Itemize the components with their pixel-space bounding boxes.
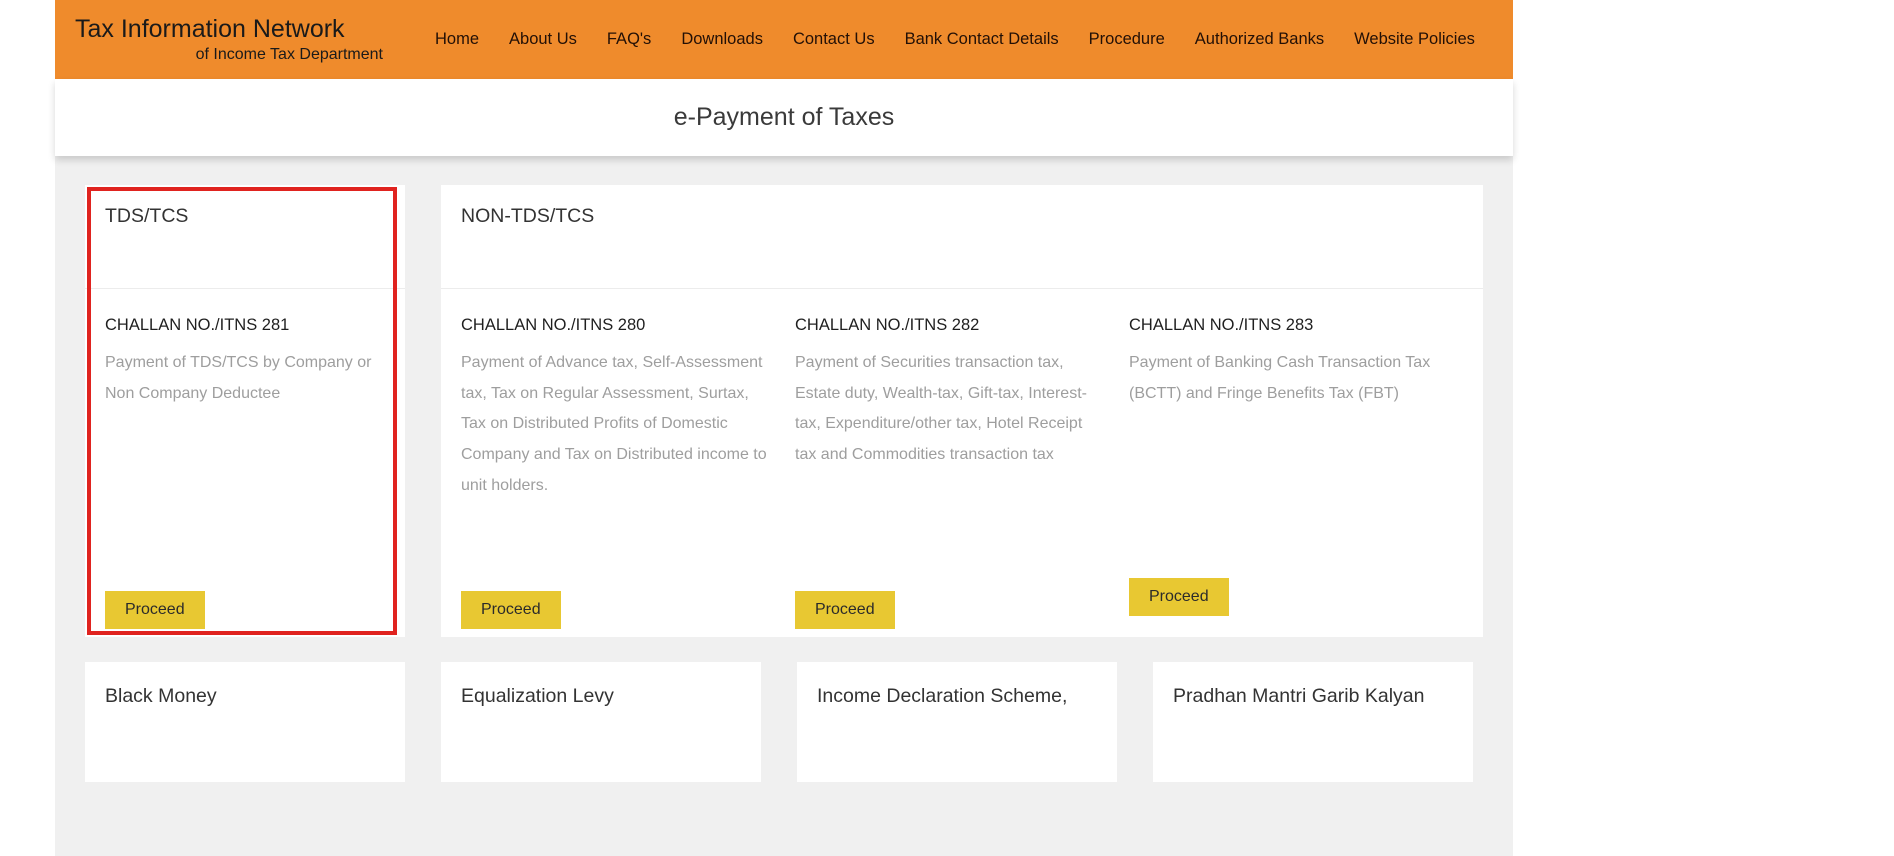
challan-280-description: Payment of Advance tax, Self-Assessment … (461, 354, 767, 494)
challan-283-button-wrap: Proceed (1129, 578, 1435, 637)
card-pradhan-mantri-garib-kalyan-title: Pradhan Mantri Garib Kalyan (1173, 685, 1425, 707)
tds-panel-header: TDS/TCS (85, 185, 405, 289)
challan-283-description: Payment of Banking Cash Transaction Tax … (1129, 354, 1431, 402)
card-pradhan-mantri-garib-kalyan[interactable]: Pradhan Mantri Garib Kalyan (1153, 662, 1473, 782)
tds-panel-title: TDS/TCS (105, 205, 189, 227)
non-tds-panel-title: NON-TDS/TCS (461, 205, 595, 227)
proceed-button-283[interactable]: Proceed (1129, 578, 1229, 616)
card-equalization-levy[interactable]: Equalization Levy (441, 662, 761, 782)
card-income-declaration-scheme[interactable]: Income Declaration Scheme, (797, 662, 1117, 782)
nav-item-about-us[interactable]: About Us (509, 30, 577, 49)
nav-item-faqs[interactable]: FAQ's (607, 30, 651, 49)
card-equalization-levy-title: Equalization Levy (461, 685, 614, 707)
tds-tcs-card[interactable]: TDS/TCS CHALLAN NO./ITNS 281 Payment of … (85, 185, 405, 637)
challan-282-description: Payment of Securities transaction tax, E… (795, 354, 1087, 464)
card-black-money[interactable]: Black Money (85, 662, 405, 782)
brand-logo[interactable]: Tax Information Network of Income Tax De… (55, 15, 385, 64)
challan-281-button-wrap: Proceed (105, 591, 385, 637)
challan-281-title: CHALLAN NO./ITNS 281 (105, 316, 290, 334)
proceed-button-280[interactable]: Proceed (461, 591, 561, 629)
brand-title: Tax Information Network (75, 14, 345, 43)
challan-281-description: Payment of TDS/TCS by Company or Non Com… (105, 354, 372, 402)
proceed-button-281[interactable]: Proceed (105, 591, 205, 629)
challan-item-282: CHALLAN NO./ITNS 282 Payment of Securiti… (795, 316, 1129, 637)
challan-283-title: CHALLAN NO./ITNS 283 (1129, 316, 1314, 334)
card-income-declaration-scheme-title: Income Declaration Scheme, (817, 685, 1068, 707)
nav-item-downloads[interactable]: Downloads (681, 30, 763, 49)
challan-280-button-wrap: Proceed (461, 591, 767, 637)
page-title: e-Payment of Taxes (673, 103, 895, 131)
non-tds-panel-header: NON-TDS/TCS (441, 185, 1483, 289)
non-tds-tcs-card: NON-TDS/TCS CHALLAN NO./ITNS 280 Payment… (441, 185, 1483, 637)
nav-item-procedure[interactable]: Procedure (1089, 30, 1165, 49)
nav-item-home[interactable]: Home (435, 30, 479, 49)
main-navigation: Home About Us FAQ's Downloads Contact Us… (435, 30, 1475, 49)
site-container: Tax Information Network of Income Tax De… (55, 0, 1513, 856)
challan-item-280: CHALLAN NO./ITNS 280 Payment of Advance … (461, 316, 795, 637)
page-root: Tax Information Network of Income Tax De… (0, 0, 1894, 856)
challan-282-button-wrap: Proceed (795, 591, 1101, 637)
challan-item-283: CHALLAN NO./ITNS 283 Payment of Banking … (1129, 316, 1463, 637)
challan-282-title: CHALLAN NO./ITNS 282 (795, 316, 980, 334)
secondary-card-row: Black Money Equalization Levy Income Dec… (85, 662, 1483, 782)
challan-item-281: CHALLAN NO./ITNS 281 Payment of TDS/TCS … (105, 316, 385, 637)
tds-panel-body: CHALLAN NO./ITNS 281 Payment of TDS/TCS … (85, 289, 405, 637)
page-title-band: e-Payment of Taxes (55, 79, 1513, 156)
site-header: Tax Information Network of Income Tax De… (55, 0, 1513, 79)
nav-item-contact-us[interactable]: Contact Us (793, 30, 875, 49)
card-black-money-title: Black Money (105, 685, 217, 707)
nav-item-website-policies[interactable]: Website Policies (1354, 30, 1475, 49)
non-tds-panel-body: CHALLAN NO./ITNS 280 Payment of Advance … (441, 289, 1483, 637)
challan-280-title: CHALLAN NO./ITNS 280 (461, 316, 646, 334)
nav-item-authorized-banks[interactable]: Authorized Banks (1195, 30, 1324, 49)
nav-item-bank-contact-details[interactable]: Bank Contact Details (905, 30, 1059, 49)
brand-subtitle: of Income Tax Department (195, 45, 383, 63)
challan-row: TDS/TCS CHALLAN NO./ITNS 281 Payment of … (85, 185, 1483, 637)
proceed-button-282[interactable]: Proceed (795, 591, 895, 629)
main-content: TDS/TCS CHALLAN NO./ITNS 281 Payment of … (55, 156, 1513, 856)
